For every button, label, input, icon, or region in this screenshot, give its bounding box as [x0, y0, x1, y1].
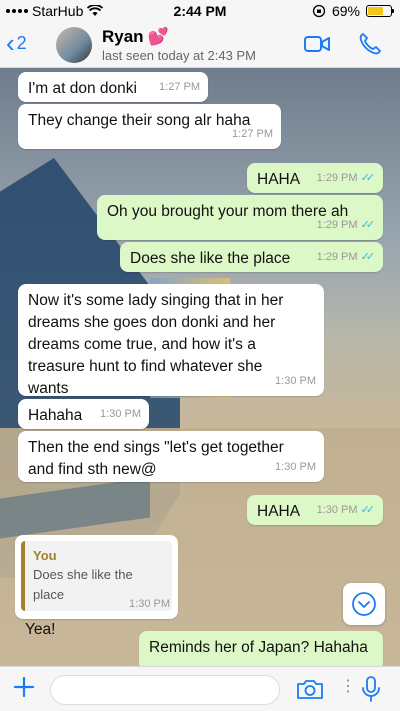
- battery-percent: 69%: [331, 3, 360, 19]
- read-ticks-icon: ✓✓: [360, 504, 376, 516]
- read-ticks-icon: ✓✓: [360, 172, 376, 184]
- quote-author: You: [33, 548, 57, 563]
- read-ticks-icon: ✓✓: [360, 219, 376, 231]
- orientation-lock-icon: [312, 4, 326, 18]
- message-time: 1:30 PM: [275, 461, 316, 473]
- message-outgoing[interactable]: Does she like the place 1:29 PM ✓✓: [120, 242, 383, 272]
- message-time: 1:27 PM: [159, 81, 200, 93]
- contact-name: Ryan: [102, 27, 144, 46]
- message-time: 1:30 PM ✓✓: [317, 499, 376, 521]
- message-text: They change their song alr haha: [28, 112, 251, 129]
- status-right: 69%: [312, 3, 394, 19]
- message-incoming[interactable]: They change their song alr haha 1:27 PM: [18, 104, 281, 149]
- message-time: 1:27 PM: [232, 128, 273, 140]
- message-text: I'm at don donki: [28, 80, 137, 97]
- message-incoming[interactable]: I'm at don donki 1:27 PM: [18, 72, 208, 102]
- message-time: 1:30 PM: [129, 598, 170, 610]
- contact-name-row[interactable]: Ryan 💕: [102, 27, 169, 47]
- message-input[interactable]: [50, 675, 280, 705]
- chat-header: ‹ 2 Ryan 💕 last seen today at 2:43 PM: [0, 22, 400, 68]
- message-text: Then the end sings "let's get together a…: [28, 439, 284, 478]
- phone-call-icon[interactable]: [358, 32, 382, 56]
- chat-area[interactable]: I'm at don donki 1:27 PM They change the…: [0, 68, 400, 666]
- message-incoming-reply[interactable]: You Does she like the place Yea! 1:30 PM: [15, 535, 178, 638]
- input-bar: ⋮: [0, 666, 400, 711]
- unread-count: 2: [16, 32, 27, 53]
- message-outgoing[interactable]: Oh you brought your mom there ah 1:29 PM…: [97, 195, 383, 240]
- message-time: 1:29 PM ✓✓: [317, 214, 376, 236]
- camera-icon[interactable]: [296, 677, 324, 701]
- message-incoming[interactable]: Hahaha 1:30 PM: [18, 399, 149, 429]
- message-time: 1:30 PM: [275, 375, 316, 387]
- microphone-icon[interactable]: [360, 675, 382, 703]
- message-time: 1:30 PM: [100, 408, 141, 420]
- video-call-icon[interactable]: [304, 34, 330, 54]
- message-text: Hahaha: [28, 407, 83, 424]
- status-bar: StarHub 2:44 PM 69%: [0, 0, 400, 22]
- read-ticks-icon: ✓✓: [360, 251, 376, 263]
- plus-icon[interactable]: [12, 675, 36, 699]
- chevron-down-icon: [352, 592, 376, 616]
- back-button[interactable]: ‹ 2: [6, 28, 27, 58]
- scroll-to-bottom-button[interactable]: [343, 583, 385, 625]
- avatar[interactable]: [56, 27, 92, 63]
- message-text: HAHA: [257, 503, 301, 520]
- message-outgoing[interactable]: HAHA 1:29 PM ✓✓: [247, 163, 383, 193]
- message-incoming[interactable]: Now it's some lady singing that in her d…: [18, 284, 324, 397]
- message-text: Does she like the place: [130, 250, 291, 267]
- message-outgoing[interactable]: HAHA 1:30 PM ✓✓: [247, 495, 383, 525]
- message-text: Reminds her of Japan? Hahaha: [149, 639, 368, 656]
- battery-icon: [366, 5, 394, 17]
- message-text: Oh you brought your mom there ah: [107, 203, 349, 220]
- heart-emoji: 💕: [147, 27, 169, 46]
- message-text: Now it's some lady singing that in her d…: [28, 292, 284, 397]
- message-text: Yea!: [25, 621, 56, 638]
- message-outgoing[interactable]: Reminds her of Japan? Hahaha: [139, 631, 383, 666]
- message-text: HAHA: [257, 171, 301, 188]
- more-dots-icon: ⋮: [340, 678, 356, 695]
- message-time: 1:29 PM ✓✓: [317, 246, 376, 268]
- message-incoming[interactable]: Then the end sings "let's get together a…: [18, 431, 324, 482]
- back-chevron-icon: ‹: [6, 28, 15, 58]
- last-seen: last seen today at 2:43 PM: [102, 48, 256, 63]
- message-time: 1:29 PM ✓✓: [317, 167, 376, 189]
